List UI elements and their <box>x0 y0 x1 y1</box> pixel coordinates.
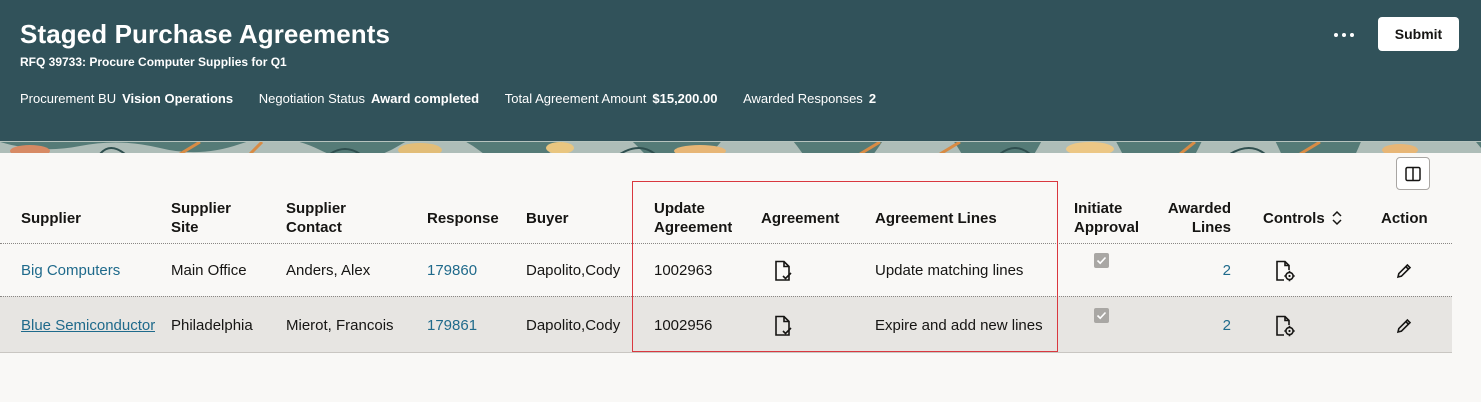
more-horizontal-icon <box>1334 33 1338 37</box>
buyer: Dapolito,Cody <box>526 262 621 279</box>
table-bottom-border <box>0 352 1452 353</box>
more-dot <box>1342 33 1346 37</box>
document-gear-icon[interactable] <box>1275 260 1295 282</box>
col-header-supplier-site[interactable]: Supplier Site <box>171 199 231 237</box>
meta-awarded-responses: Awarded Responses 2 <box>743 91 877 106</box>
supplier-site: Main Office <box>171 262 247 279</box>
initiate-approval-checkbox[interactable] <box>1094 253 1109 268</box>
page-title: Staged Purchase Agreements <box>20 19 391 49</box>
col-header-line: Lines <box>1191 219 1231 236</box>
supplier-site: Philadelphia <box>171 317 253 334</box>
supplier-link[interactable]: Blue Semiconductor <box>21 317 155 334</box>
buyer: Dapolito,Cody <box>526 317 621 334</box>
col-header-response[interactable]: Response <box>427 209 499 228</box>
meta-procurement-bu: Procurement BU Vision Operations <box>20 91 234 106</box>
col-header-supplier-contact[interactable]: Supplier Contact <box>286 199 346 237</box>
supplier-contact: Anders, Alex <box>286 262 371 279</box>
more-dot <box>1350 33 1354 37</box>
meta-total-amount: Total Agreement Amount $15,200.00 <box>504 91 718 106</box>
col-header-line: Contact <box>286 219 342 236</box>
document-gear-icon[interactable] <box>1275 315 1295 337</box>
col-header-line: Supplier <box>286 200 347 217</box>
response-link[interactable]: 179861 <box>427 317 477 334</box>
page-subtitle: RFQ 39733: Procure Computer Supplies for… <box>20 55 287 69</box>
col-header-line: Initiate <box>1074 200 1123 217</box>
col-header-awarded-lines[interactable]: Awarded Lines <box>1160 199 1231 237</box>
col-header-line: Awarded <box>1167 200 1231 217</box>
check-icon <box>1096 256 1107 265</box>
col-header-controls[interactable]: Controls <box>1263 209 1325 228</box>
col-header-initiate-approval[interactable]: Initiate Approval <box>1074 199 1139 237</box>
initiate-approval-checkbox[interactable] <box>1094 308 1109 323</box>
more-actions-button[interactable] <box>1330 22 1358 48</box>
response-link[interactable]: 179860 <box>427 262 477 279</box>
pencil-icon[interactable] <box>1395 262 1413 280</box>
banner-pattern <box>0 141 1481 153</box>
decorative-banner <box>0 141 1481 153</box>
col-header-line: Site <box>171 219 199 236</box>
awarded-lines-link[interactable]: 2 <box>1160 317 1231 334</box>
supplier-link[interactable]: Big Computers <box>21 262 120 279</box>
col-header-buyer[interactable]: Buyer <box>526 209 569 228</box>
header-meta: Procurement BU Vision Operations Negotiat… <box>20 91 898 106</box>
page-header: Staged Purchase Agreements RFQ 39733: Pr… <box>0 0 1481 141</box>
pencil-icon[interactable] <box>1395 317 1413 335</box>
awarded-lines-link[interactable]: 2 <box>1160 262 1231 279</box>
column-panel-button[interactable] <box>1396 157 1430 190</box>
column-panel-icon <box>1405 166 1421 181</box>
check-icon <box>1096 311 1107 320</box>
sort-icon[interactable] <box>1330 210 1344 226</box>
col-header-action[interactable]: Action <box>1381 209 1428 228</box>
meta-negotiation-status: Negotiation Status Award completed <box>258 91 480 106</box>
highlight-box <box>632 181 1058 352</box>
supplier-contact: Mierot, Francois <box>286 317 394 334</box>
col-header-line: Supplier <box>171 200 232 217</box>
col-header-supplier[interactable]: Supplier <box>21 209 81 228</box>
col-header-line: Approval <box>1074 219 1140 236</box>
submit-button[interactable]: Submit <box>1378 17 1459 51</box>
